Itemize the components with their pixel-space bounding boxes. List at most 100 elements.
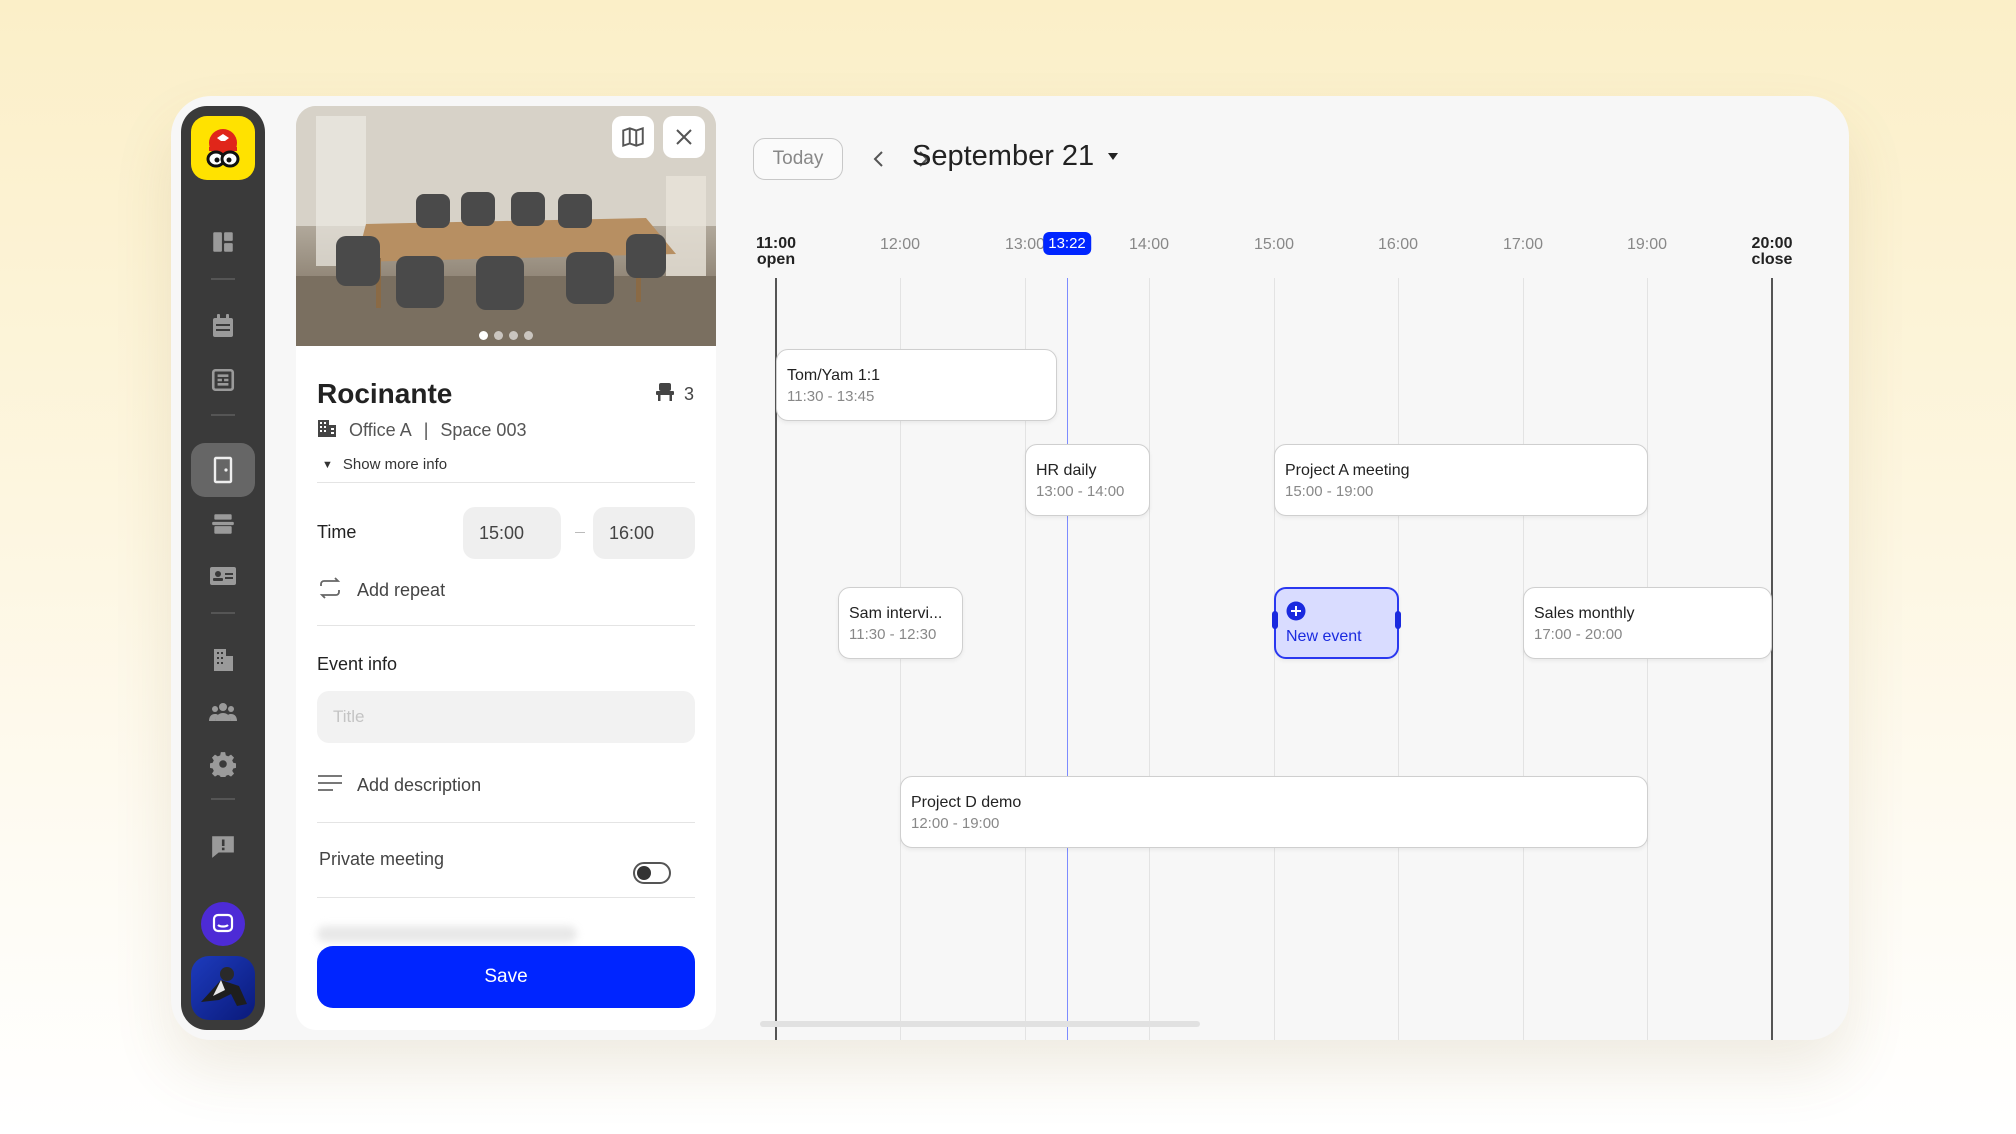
start-time-field[interactable]: 15:00 xyxy=(463,507,561,559)
tick-label: 14:00 xyxy=(1128,236,1170,253)
feedback-icon[interactable] xyxy=(201,828,245,864)
user-avatar[interactable] xyxy=(191,956,255,1020)
event-time: 15:00 - 19:00 xyxy=(1285,483,1374,500)
event-time: 11:30 - 12:30 xyxy=(849,626,937,643)
photo-pagination xyxy=(296,331,716,340)
event-title: New event xyxy=(1286,628,1362,645)
event-time: 17:00 - 20:00 xyxy=(1534,626,1623,643)
event-card-hr-daily[interactable]: HR daily 13:00 - 14:00 xyxy=(1025,444,1150,516)
plus-circle-icon[interactable] xyxy=(1286,601,1387,626)
calendar-icon[interactable] xyxy=(201,308,245,344)
sidebar-divider xyxy=(211,278,235,280)
event-card-project-a[interactable]: Project A meeting 15:00 - 19:00 xyxy=(1274,444,1648,516)
sidebar-divider xyxy=(211,612,235,614)
event-card-sam-interview[interactable]: Sam intervi... 11:30 - 12:30 xyxy=(838,587,963,659)
pagination-dot[interactable] xyxy=(509,331,518,340)
private-meeting-toggle[interactable] xyxy=(633,862,671,884)
tick-open: 11:00 open xyxy=(756,236,796,268)
pagination-dot[interactable] xyxy=(524,331,533,340)
chair-icon xyxy=(654,382,676,407)
schedule-board-icon[interactable] xyxy=(201,362,245,398)
add-description-button[interactable]: Add description xyxy=(317,773,481,798)
grid-line xyxy=(1274,278,1275,1040)
room-photo[interactable] xyxy=(296,106,716,346)
pagination-dot[interactable] xyxy=(494,331,503,340)
time-separator xyxy=(575,532,585,533)
current-time-line xyxy=(1067,278,1068,1040)
grid-line xyxy=(1398,278,1399,1040)
description-lines-icon xyxy=(317,773,343,798)
current-date: September 21 xyxy=(912,140,1095,172)
users-icon[interactable] xyxy=(201,694,245,730)
event-title: Tom/Yam 1:1 xyxy=(787,367,881,384)
resize-handle-right[interactable] xyxy=(1395,611,1401,629)
sidebar xyxy=(181,106,265,1030)
add-description-label: Add description xyxy=(357,775,482,795)
tick-label: 16:00 xyxy=(1377,236,1419,253)
room-title: Rocinante xyxy=(317,378,453,409)
resize-handle-left[interactable] xyxy=(1272,611,1278,629)
save-button[interactable]: Save xyxy=(317,946,695,1008)
divider xyxy=(317,482,695,483)
tick-label: 11:00 xyxy=(755,235,797,252)
grid-line xyxy=(1149,278,1150,1040)
tick-label: 15:00 xyxy=(1253,236,1295,253)
chevron-left-icon[interactable] xyxy=(866,146,892,172)
event-title: HR daily xyxy=(1036,462,1097,479)
event-title-input[interactable] xyxy=(317,691,695,743)
add-repeat-button[interactable]: Add repeat xyxy=(317,576,445,605)
time-label: Time xyxy=(317,522,357,542)
event-info-heading: Event info xyxy=(317,654,398,674)
id-card-icon[interactable] xyxy=(201,558,245,594)
location-separator: | xyxy=(423,420,429,440)
today-button[interactable]: Today xyxy=(753,138,843,180)
tick-label: 20:00 xyxy=(1751,235,1793,252)
room-location: Office A | Space 003 xyxy=(317,418,526,443)
event-card-tom-yam[interactable]: Tom/Yam 1:1 11:30 - 13:45 xyxy=(776,349,1057,421)
repeat-icon xyxy=(317,576,343,605)
tick-sublabel: close xyxy=(1751,251,1793,268)
pagination-dot[interactable] xyxy=(479,331,488,340)
date-selector[interactable]: September 21 xyxy=(912,140,1119,173)
event-card-sales-monthly[interactable]: Sales monthly 17:00 - 20:00 xyxy=(1523,587,1772,659)
building-icon[interactable] xyxy=(201,642,245,678)
divider xyxy=(317,822,695,823)
grid-line-close xyxy=(1771,278,1773,1040)
add-repeat-label: Add repeat xyxy=(357,580,446,600)
rooms-icon[interactable] xyxy=(191,443,255,497)
event-time: 12:00 - 19:00 xyxy=(911,815,1000,832)
app-logo[interactable] xyxy=(191,116,255,180)
tick-label: 19:00 xyxy=(1626,236,1668,253)
chat-support-icon[interactable] xyxy=(201,902,245,946)
triangle-down-icon: ▼ xyxy=(322,458,333,471)
sidebar-divider xyxy=(211,798,235,800)
map-button[interactable] xyxy=(612,116,654,158)
divider xyxy=(317,625,695,626)
event-time: 11:30 - 13:45 xyxy=(787,388,875,405)
show-more-label: Show more info xyxy=(342,456,448,473)
current-time-badge: 13:22 xyxy=(1043,232,1091,255)
seat-count-value: 3 xyxy=(683,384,694,404)
settings-gear-icon[interactable] xyxy=(201,746,245,782)
app-window: Rocinante 3 Office A | Space 003 ▼ Show … xyxy=(171,96,1849,1040)
close-button[interactable] xyxy=(663,116,705,158)
event-title: Sam intervi... xyxy=(849,605,943,622)
seat-count: 3 xyxy=(654,382,694,407)
desk-icon[interactable] xyxy=(201,506,245,542)
end-time-field[interactable]: 16:00 xyxy=(593,507,695,559)
building-icon xyxy=(317,418,337,443)
sidebar-divider xyxy=(211,414,235,416)
horizontal-scrollbar[interactable] xyxy=(760,1021,1200,1027)
grid-line xyxy=(1647,278,1648,1040)
show-more-toggle[interactable]: ▼ Show more info xyxy=(322,456,447,473)
divider xyxy=(317,897,695,898)
dashboard-icon[interactable] xyxy=(201,224,245,260)
booking-panel: Rocinante 3 Office A | Space 003 ▼ Show … xyxy=(296,106,716,1030)
hidden-option-fade xyxy=(317,926,577,942)
tick-sublabel: open xyxy=(756,251,796,268)
new-event-card[interactable]: New event xyxy=(1274,587,1399,659)
event-title: Sales monthly xyxy=(1534,605,1635,622)
office-name: Office A xyxy=(349,420,412,440)
event-title: Project D demo xyxy=(911,794,1022,811)
event-card-project-d[interactable]: Project D demo 12:00 - 19:00 xyxy=(900,776,1648,848)
